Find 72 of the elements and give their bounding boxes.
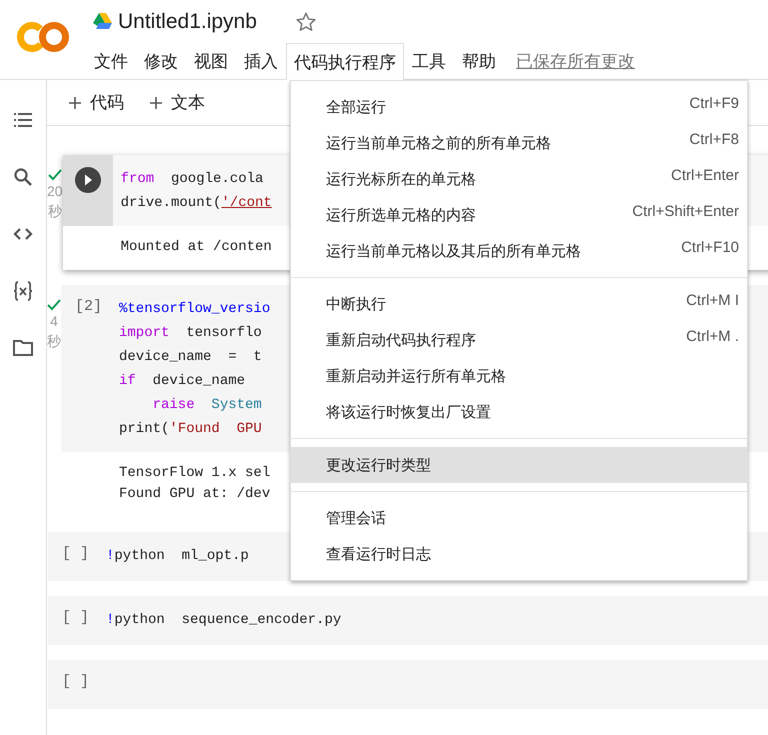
code-line: raise System (152, 396, 262, 415)
menu-item[interactable]: 运行光标所在的单元格 Ctrl+Enter (291, 161, 747, 197)
menu-item-label: 中断执行 (326, 294, 386, 314)
menu-item[interactable]: 管理会话 (291, 500, 747, 536)
menu-item-label: 将该运行时恢复出厂设置 (326, 402, 491, 422)
drive-icon (93, 13, 112, 30)
run-cell-button[interactable] (74, 167, 101, 193)
code-line: !python sequence_encoder.py (106, 611, 342, 630)
elapsed-time: 20 (47, 182, 63, 201)
code-line: drive.mount('/cont (120, 194, 272, 213)
menu-item[interactable]: 运行当前单元格之前的所有单元格 Ctrl+F8 (291, 125, 747, 161)
menu-item-label: 运行当前单元格以及其后的所有单元格 (326, 242, 581, 260)
menu-item-label: 更改运行时类型 (326, 456, 431, 474)
menu-bar-item[interactable]: 代码执行程序 (286, 43, 404, 80)
shortcut-label: Ctrl+F8 (689, 130, 739, 148)
menu-item[interactable]: 更改运行时类型 (291, 447, 747, 483)
menu-item[interactable]: 将该运行时恢复出厂设置 (291, 394, 747, 430)
add-cell-button[interactable]: 文本 (142, 87, 213, 118)
code-line: import tensorflo (119, 324, 262, 343)
menu-item-label: 重新启动代码执行程序 (326, 330, 476, 350)
time-unit: 秒 (48, 202, 62, 221)
logo-icon[interactable] (17, 21, 69, 53)
code-line: print('Found GPU (119, 420, 262, 439)
menu-bar-item[interactable]: 插入 (236, 43, 286, 79)
menu-bar-item[interactable]: 修改 (136, 43, 186, 79)
menu-item[interactable]: 中断执行 Ctrl+M I (291, 286, 747, 322)
save-status-link[interactable]: 已保存所有更改 (516, 50, 635, 72)
execution-count: [2] (75, 298, 102, 317)
menu-item[interactable]: 运行所选单元格的内容 Ctrl+Shift+Enter (291, 197, 747, 233)
menu-item-label: 运行所选单元格的内容 (326, 206, 476, 224)
menu-item-label: 管理会话 (326, 508, 386, 528)
shortcut-label: Ctrl+Enter (671, 166, 739, 184)
star-icon[interactable] (294, 10, 317, 32)
menu-item-label: 查看运行时日志 (326, 544, 431, 564)
menu-item[interactable]: 重新启动并运行所有单元格 (291, 358, 747, 394)
menu-item-label: 重新启动并运行所有单元格 (326, 366, 506, 386)
execution-count: [ ] (62, 609, 90, 628)
code-line: device_name = t (119, 348, 262, 367)
code-line: from google.cola (120, 170, 264, 189)
output-line: Mounted at /conten (120, 238, 272, 257)
menu-item[interactable]: 重新启动代码执行程序 Ctrl+M . (291, 322, 747, 358)
shortcut-label: Ctrl+F10 (681, 238, 739, 256)
menu-bar-item[interactable]: 帮助 (454, 43, 504, 79)
menu-item[interactable]: 运行当前单元格以及其后的所有单元格 Ctrl+F10 (291, 233, 747, 269)
menu-item[interactable]: 全部运行 Ctrl+F9 (291, 89, 747, 125)
menu-item-label: 全部运行 (326, 98, 386, 116)
elapsed-time: 4 (50, 312, 58, 331)
shortcut-label: Ctrl+Shift+Enter (632, 202, 739, 220)
menu-bar-item[interactable]: 视图 (186, 43, 236, 79)
shortcut-label: Ctrl+M I (686, 291, 739, 309)
plus-icon (69, 96, 81, 108)
code-line: if device_name (119, 372, 246, 391)
code-line: !python ml_opt.p (106, 547, 249, 566)
execution-count: [ ] (62, 673, 90, 692)
menu-bar-item[interactable]: 文件 (86, 43, 136, 79)
shortcut-label: Ctrl+F9 (689, 94, 739, 112)
variables-icon[interactable] (11, 279, 35, 303)
menu-item-label: 运行光标所在的单元格 (326, 170, 476, 188)
output-line: Found GPU at: /dev (119, 485, 270, 504)
code-line: %tensorflow_versio (119, 300, 270, 319)
execution-count: [ ] (62, 545, 90, 564)
add-cell-button[interactable]: 代码 (61, 87, 132, 118)
output-line: TensorFlow 1.x sel (119, 464, 270, 483)
menu-item[interactable]: 查看运行时日志 (291, 536, 747, 572)
notebook-title[interactable]: Untitled1.ipynb (118, 10, 257, 34)
code-cell[interactable]: [ ] !python sequence_encoder.py (48, 596, 768, 645)
shortcut-label: Ctrl+M . (686, 327, 739, 345)
menu-item-label: 运行当前单元格之前的所有单元格 (326, 134, 551, 152)
time-unit: 秒 (47, 332, 61, 351)
menu-bar-item[interactable]: 工具 (404, 43, 454, 79)
plus-icon (150, 96, 162, 108)
code-cell[interactable]: [ ] (48, 660, 768, 709)
